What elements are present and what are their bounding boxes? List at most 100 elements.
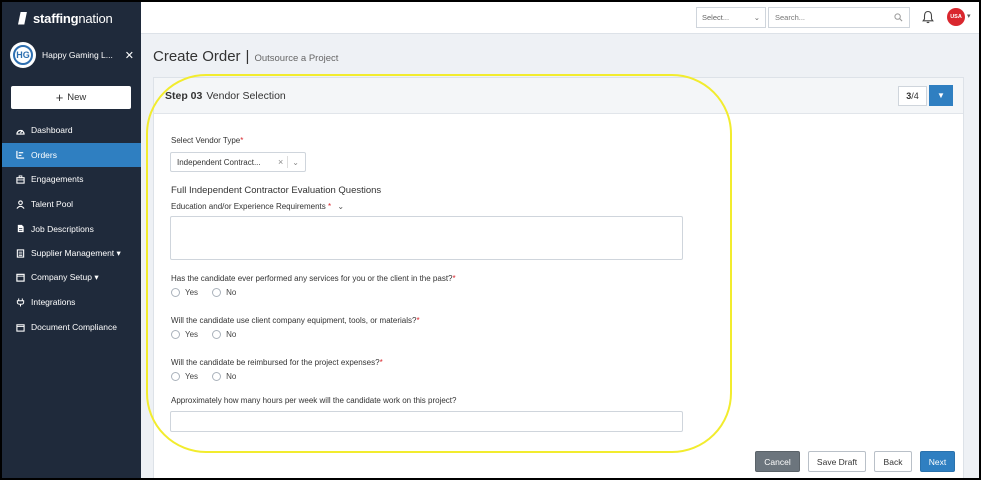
orders-icon xyxy=(16,150,25,160)
person-icon xyxy=(16,199,25,209)
radio-yes[interactable]: Yes xyxy=(171,330,198,339)
sidebar-item-label: Orders xyxy=(31,149,57,160)
hours-per-week-input[interactable] xyxy=(170,411,683,432)
sidebar-item-supplier-management[interactable]: Supplier Management ▾ xyxy=(2,241,141,266)
radio-group-reimbursed-expenses: Yes No xyxy=(171,372,236,381)
user-initials: USA xyxy=(950,14,962,20)
radio-circle xyxy=(171,288,180,297)
back-button[interactable]: Back xyxy=(874,451,912,472)
user-avatar[interactable]: USA xyxy=(947,8,965,26)
close-icon[interactable]: ✕ xyxy=(125,49,134,62)
global-select[interactable]: Select... ⌄ xyxy=(696,7,766,28)
radio-label: Yes xyxy=(185,330,199,339)
next-button[interactable]: Next xyxy=(920,451,955,472)
company-switcher[interactable]: HG Happy Gaming L... ✕ xyxy=(10,40,134,70)
user-menu-caret-icon[interactable]: ▾ xyxy=(967,12,971,20)
radio-circle xyxy=(171,372,180,381)
required-mark: * xyxy=(452,274,456,283)
sidebar-item-label: Supplier Management ▾ xyxy=(31,247,121,258)
radio-no[interactable]: No xyxy=(212,288,236,297)
sidebar-item-label: Job Descriptions xyxy=(31,223,94,234)
clear-icon[interactable]: × xyxy=(278,157,283,167)
sidebar-item-label: Company Setup ▾ xyxy=(31,272,99,283)
step-card: Step 03 Vendor Selection 3/4 ▼ Select Ve… xyxy=(153,77,964,478)
new-button-label: New xyxy=(67,92,87,103)
top-bar: Select... ⌄ Search... USA ▾ xyxy=(141,2,979,34)
search-placeholder: Search... xyxy=(775,13,806,22)
required-mark: * xyxy=(328,202,332,211)
education-label-text: Education and/or Experience Requirements xyxy=(171,202,326,211)
question-hours-per-week: Approximately how many hours per week wi… xyxy=(171,396,456,405)
engagements-icon xyxy=(16,175,25,184)
company-icon xyxy=(16,273,25,283)
sidebar-item-label: Dashboard xyxy=(31,125,73,136)
sidebar-item-label: Integrations xyxy=(31,297,76,308)
radio-no[interactable]: No xyxy=(212,330,236,339)
sidebar: staffingnation HG Happy Gaming L... ✕ + … xyxy=(2,2,141,478)
sidebar-item-label: Talent Pool xyxy=(31,199,74,210)
sidebar-item-company-setup[interactable]: Company Setup ▾ xyxy=(2,266,141,291)
chevron-down-icon: ⌄ xyxy=(337,202,345,211)
step-total: /4 xyxy=(911,91,919,101)
plus-icon: + xyxy=(55,89,64,105)
sidebar-item-dashboard[interactable]: Dashboard xyxy=(2,118,141,143)
question-text: Will the candidate be reimbursed for the… xyxy=(171,358,380,367)
radio-circle xyxy=(212,372,222,381)
radio-label: No xyxy=(226,288,237,297)
step-header: Step 03 Vendor Selection xyxy=(154,78,963,114)
question-reimbursed-expenses: Will the candidate be reimbursed for the… xyxy=(171,358,383,367)
brand-logo[interactable]: staffingnation xyxy=(2,2,141,34)
logo-mark-icon xyxy=(18,11,27,25)
sidebar-item-label: Engagements xyxy=(31,174,84,185)
step-dropdown-button[interactable]: ▼ xyxy=(929,85,953,106)
education-label[interactable]: Education and/or Experience Requirements… xyxy=(171,202,344,211)
page-subtitle: Outsource a Project xyxy=(254,53,339,64)
cancel-button[interactable]: Cancel xyxy=(755,451,800,472)
sidebar-nav: Dashboard Orders Engagements Talent Pool… xyxy=(2,118,141,339)
section-title: Full Independent Contractor Evaluation Q… xyxy=(171,185,382,196)
radio-label: No xyxy=(226,330,237,339)
company-initials: HG xyxy=(13,45,33,65)
question-text: Will the candidate use client company eq… xyxy=(171,316,417,325)
vendor-type-select[interactable]: Independent Contract... × ⌄ xyxy=(170,152,306,172)
company-name: Happy Gaming L... xyxy=(42,50,113,60)
dashboard-icon xyxy=(16,126,25,135)
radio-yes[interactable]: Yes xyxy=(171,288,198,297)
brand-name: staffingnation xyxy=(33,11,113,26)
radio-no[interactable]: No xyxy=(212,372,236,381)
required-mark: * xyxy=(379,358,383,367)
select-divider xyxy=(287,156,289,168)
sidebar-item-talent-pool[interactable]: Talent Pool xyxy=(2,192,141,217)
sidebar-item-job-descriptions[interactable]: Job Descriptions xyxy=(2,216,141,241)
search-icon xyxy=(894,13,903,22)
radio-label: Yes xyxy=(185,372,199,381)
sidebar-item-integrations[interactable]: Integrations xyxy=(2,290,141,315)
radio-circle xyxy=(171,330,180,339)
vendor-type-label: Select Vendor Type* xyxy=(171,136,243,145)
education-textarea[interactable] xyxy=(170,216,683,260)
radio-group-company-equipment: Yes No xyxy=(171,330,236,339)
radio-label: Yes xyxy=(185,288,199,297)
bell-icon[interactable] xyxy=(922,10,934,24)
step-name: Vendor Selection xyxy=(206,89,286,102)
radio-label: No xyxy=(226,372,237,381)
sidebar-item-engagements[interactable]: Engagements xyxy=(2,167,141,192)
save-draft-button[interactable]: Save Draft xyxy=(808,451,866,472)
document-icon xyxy=(16,224,25,233)
sidebar-item-label: Document Compliance xyxy=(31,322,117,333)
radio-circle xyxy=(212,288,222,297)
new-button[interactable]: + New xyxy=(11,86,131,109)
app-window: staffingnation HG Happy Gaming L... ✕ + … xyxy=(2,2,979,478)
sidebar-item-orders[interactable]: Orders xyxy=(2,142,141,168)
required-mark: * xyxy=(416,316,420,325)
chevron-down-icon[interactable]: ⌄ xyxy=(292,158,299,167)
brand-name-bold: staffing xyxy=(33,10,79,26)
vendor-type-label-text: Select Vendor Type xyxy=(171,136,241,145)
sidebar-item-document-compliance[interactable]: Document Compliance xyxy=(2,315,141,340)
search-input[interactable]: Search... xyxy=(768,7,910,28)
page-title-separator: | xyxy=(245,48,250,65)
global-select-placeholder: Select... xyxy=(702,13,730,22)
supplier-icon xyxy=(16,249,25,258)
radio-yes[interactable]: Yes xyxy=(171,372,198,381)
radio-group-past-services: Yes No xyxy=(171,288,236,297)
